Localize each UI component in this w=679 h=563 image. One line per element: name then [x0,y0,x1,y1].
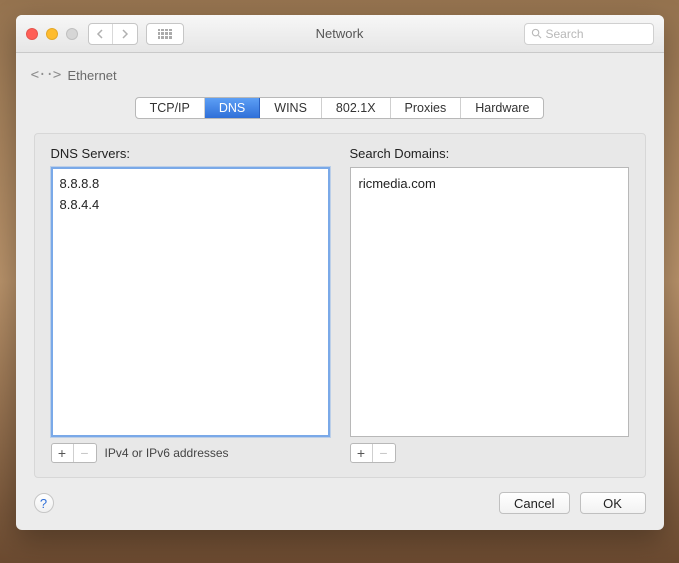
window-title: Network [316,26,364,41]
search-domains-add-remove: + − [350,443,396,463]
footer: ? Cancel OK [34,492,646,514]
titlebar: Network Search [16,15,664,53]
tab-dns[interactable]: DNS [205,98,260,118]
add-search-domain-button[interactable]: + [351,444,373,462]
tab-proxies[interactable]: Proxies [391,98,462,118]
network-preferences-window: Network Search <··> Ethernet TCP/IPDNSWI… [16,15,664,530]
minimize-button[interactable] [46,28,58,40]
search-domains-list[interactable]: ricmedia.com [350,167,629,437]
search-input[interactable]: Search [524,23,654,45]
chevron-left-icon [96,29,104,39]
ethernet-icon: <··> [34,67,58,83]
search-domains-label: Search Domains: [350,146,629,161]
dns-servers-list[interactable]: 8.8.8.88.8.4.4 [51,167,330,437]
dns-hint: IPv4 or IPv6 addresses [105,446,229,460]
chevron-right-icon [121,29,129,39]
list-item[interactable]: ricmedia.com [359,174,620,195]
zoom-button[interactable] [66,28,78,40]
search-icon [531,28,542,39]
dns-panel: DNS Servers: 8.8.8.88.8.4.4 + − IPv4 or … [34,133,646,478]
tab-hardware[interactable]: Hardware [461,98,543,118]
cancel-button[interactable]: Cancel [499,492,569,514]
show-all-button[interactable] [146,23,184,45]
search-domains-column: Search Domains: ricmedia.com + − [350,146,629,463]
connection-name: Ethernet [68,68,117,83]
add-dns-server-button[interactable]: + [52,444,74,462]
tab-strip: TCP/IPDNSWINS802.1XProxiesHardware [135,97,545,119]
back-button[interactable] [89,24,113,44]
breadcrumb: <··> Ethernet [34,67,646,83]
dns-servers-label: DNS Servers: [51,146,330,161]
remove-search-domain-button[interactable]: − [373,444,395,462]
traffic-lights [26,28,78,40]
ok-button[interactable]: OK [580,492,646,514]
tab-wins[interactable]: WINS [260,98,322,118]
tab-tcp-ip[interactable]: TCP/IP [136,98,205,118]
list-item[interactable]: 8.8.8.8 [60,174,321,195]
search-placeholder: Search [546,27,584,41]
grid-icon [158,29,172,39]
tab-802-1x[interactable]: 802.1X [322,98,391,118]
tab-bar: TCP/IPDNSWINS802.1XProxiesHardware [34,97,646,119]
list-item[interactable]: 8.8.4.4 [60,195,321,216]
content-area: <··> Ethernet TCP/IPDNSWINS802.1XProxies… [16,53,664,530]
nav-buttons [88,23,138,45]
help-button[interactable]: ? [34,493,54,513]
dns-servers-column: DNS Servers: 8.8.8.88.8.4.4 + − IPv4 or … [51,146,330,463]
close-button[interactable] [26,28,38,40]
dns-servers-add-remove: + − [51,443,97,463]
forward-button[interactable] [113,24,137,44]
remove-dns-server-button[interactable]: − [74,444,96,462]
